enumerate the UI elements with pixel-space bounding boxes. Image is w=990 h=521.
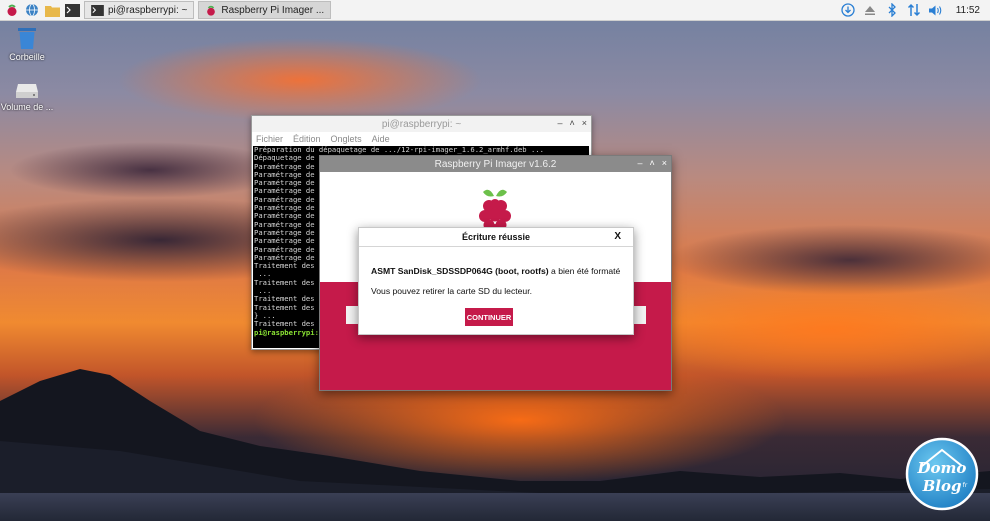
maximize-icon[interactable]: ˄ (569, 118, 574, 128)
terminal-titlebar[interactable]: pi@raspberrypi: ~ – ˄ × (252, 116, 591, 132)
window-title: pi@raspberrypi: ~ (381, 118, 462, 130)
volume-icon[interactable] (928, 2, 944, 18)
device-name: ASMT SanDisk_SDSSDP064G (boot, rootfs) (371, 266, 549, 276)
lake (0, 493, 990, 521)
menu-fichier[interactable]: Fichier (256, 134, 283, 144)
menu-onglets[interactable]: Onglets (331, 134, 362, 144)
task-imager[interactable]: Raspberry Pi Imager ... (198, 1, 332, 19)
watermark-text-1: Domo (917, 459, 967, 477)
desktop-icon-label: Volume de ... (0, 102, 54, 112)
desktop-icon-label: Corbeille (9, 52, 45, 62)
bluetooth-icon[interactable] (884, 2, 900, 18)
file-manager-icon[interactable] (44, 2, 60, 18)
close-icon[interactable]: × (662, 158, 667, 168)
system-tray: 11:52 (840, 0, 990, 20)
device-status: a bien été formaté (548, 266, 621, 276)
raspberry-icon (207, 5, 216, 16)
dialog-device-line: ASMT SanDisk_SDSSDP064G (boot, rootfs) a… (371, 266, 620, 276)
dialog-header: Écriture réussie X (359, 228, 633, 247)
terminal-icon[interactable] (64, 2, 80, 18)
task-terminal[interactable]: pi@raspberrypi: ~ (84, 1, 195, 19)
maximize-icon[interactable]: ˄ (649, 158, 654, 168)
domoblog-logo-icon: Domo Blog fr (905, 437, 979, 511)
download-icon[interactable] (840, 2, 856, 18)
terminal-icon (91, 4, 104, 16)
dialog-title: Écriture réussie (461, 232, 531, 242)
raspberry-menu-icon[interactable] (4, 2, 20, 18)
close-icon[interactable]: × (582, 118, 587, 128)
domoblog-watermark: Domo Blog fr (904, 436, 980, 512)
minimize-icon[interactable]: – (637, 158, 642, 168)
task-label: pi@raspberrypi: ~ (108, 4, 188, 16)
success-dialog: Écriture réussie X ASMT SanDisk_SDSSDP06… (358, 227, 634, 335)
taskbar: pi@raspberrypi: ~ Raspberry Pi Imager ..… (0, 0, 990, 21)
terminal-menubar: Fichier Édition Onglets Aide (252, 132, 591, 146)
menu-aide[interactable]: Aide (372, 134, 390, 144)
prompt-text: pi@raspberrypi:~ (254, 327, 324, 337)
watermark-text-2: Blog (922, 477, 962, 495)
minimize-icon[interactable]: – (557, 118, 562, 128)
eject-icon[interactable] (862, 2, 878, 18)
web-browser-icon[interactable] (24, 2, 40, 18)
task-label: Raspberry Pi Imager ... (221, 4, 325, 16)
raspberry-logo-icon (479, 189, 511, 232)
desktop-icon-trash[interactable]: Corbeille (0, 26, 57, 62)
trash-icon (18, 28, 36, 49)
dialog-message: Vous pouvez retirer la carte SD du lecte… (371, 286, 532, 296)
continue-button[interactable]: CONTINUER (465, 308, 513, 326)
close-button[interactable]: X (614, 231, 621, 242)
network-arrows-icon[interactable] (906, 2, 922, 18)
imager-titlebar[interactable]: Raspberry Pi Imager v1.6.2 – ˄ × (320, 156, 671, 172)
drive-icon (16, 84, 38, 98)
menu-edition[interactable]: Édition (293, 134, 321, 144)
clock[interactable]: 11:52 (956, 5, 980, 16)
watermark-suffix: fr (963, 482, 968, 489)
window-title: Raspberry Pi Imager v1.6.2 (434, 158, 557, 170)
write-button[interactable] (632, 306, 646, 324)
desktop-icon-volume[interactable]: Volume de ... (0, 82, 57, 112)
